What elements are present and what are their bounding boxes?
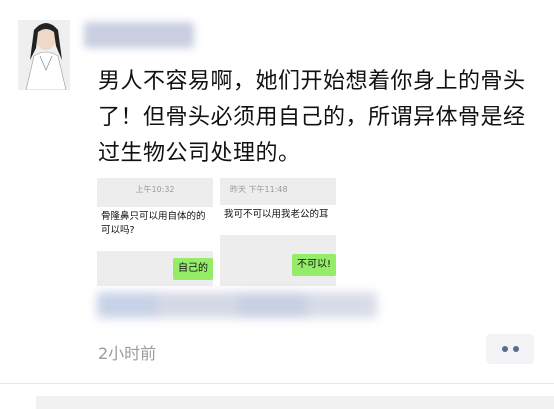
incoming-message: 骨隆鼻只可以用自体的的可以吗? [97, 207, 213, 251]
more-button[interactable] [486, 334, 534, 364]
incoming-message: 我可不可以用我老公的耳 [220, 205, 336, 235]
chat-timestamp: 昨天 下午11:48 [230, 185, 288, 194]
post-text: 男人不容易啊，她们开始想着你身上的骨头了！但骨头必须用自己的，所谓异体骨是经过生… [98, 69, 526, 166]
divider [0, 383, 554, 384]
more-dots-icon-dot2 [512, 346, 519, 352]
reply-message: 自己的 [173, 258, 213, 280]
chat-timestamp: 上午10:32 [135, 185, 175, 194]
footer-bar [36, 396, 554, 409]
reply-message: 不可以! [291, 254, 336, 276]
post-time: 2小时前 [98, 344, 157, 363]
redacted-area [97, 292, 377, 318]
chat-screenshot-right[interactable]: 昨天 下午11:48 我可不可以用我老公的耳 不可以! [220, 178, 336, 286]
avatar[interactable] [18, 20, 70, 90]
chat-screenshot-left[interactable]: 上午10:32 骨隆鼻只可以用自体的的可以吗? 自己的 [97, 178, 213, 286]
more-dots-icon [501, 346, 508, 352]
avatar-figure-icon [18, 20, 70, 90]
username-redacted [84, 22, 194, 48]
